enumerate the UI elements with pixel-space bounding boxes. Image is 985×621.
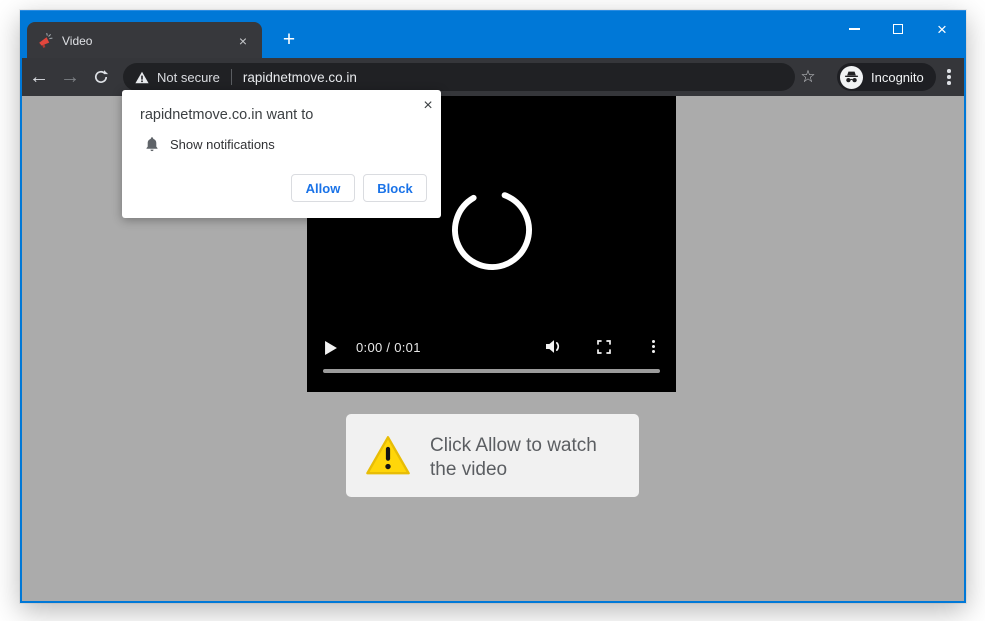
incognito-badge: Incognito — [837, 63, 936, 91]
new-tab-button[interactable]: + — [272, 24, 306, 56]
browser-menu-button[interactable] — [934, 62, 964, 92]
tab-title: Video — [62, 34, 234, 48]
fullscreen-icon[interactable] — [597, 340, 611, 354]
video-progress-bar[interactable] — [323, 369, 660, 373]
volume-icon[interactable] — [546, 339, 563, 354]
address-bar[interactable]: Not secure rapidnetmove.co.in — [123, 63, 795, 91]
bell-icon — [145, 136, 159, 152]
close-window-button[interactable]: × — [920, 14, 964, 44]
back-button[interactable]: ← — [24, 62, 54, 92]
menu-dot — [652, 345, 655, 348]
security-label: Not secure — [157, 70, 220, 85]
bookmark-star-button[interactable]: ☆ — [793, 62, 823, 92]
browser-tab-video[interactable]: Video × — [27, 22, 262, 59]
incognito-label: Incognito — [871, 70, 924, 85]
url-text: rapidnetmove.co.in — [243, 70, 357, 85]
incognito-icon — [844, 70, 859, 84]
notice-line-2: the video — [430, 458, 597, 482]
video-overflow-menu-icon[interactable] — [650, 339, 656, 354]
forward-button[interactable]: → — [55, 62, 85, 92]
allow-button[interactable]: Allow — [291, 174, 355, 202]
block-button[interactable]: Block — [363, 174, 427, 202]
not-secure-warning-icon — [135, 71, 149, 84]
reload-button[interactable] — [86, 62, 116, 92]
dialog-title: rapidnetmove.co.in want to — [140, 107, 313, 123]
maximize-button[interactable] — [876, 14, 920, 44]
notice-banner: Click Allow to watch the video — [346, 414, 639, 497]
window-controls: × — [832, 14, 964, 44]
incognito-avatar — [840, 66, 863, 89]
maximize-icon — [893, 24, 903, 34]
menu-dot — [947, 81, 951, 85]
omnibox-divider — [231, 69, 232, 85]
menu-dot — [947, 69, 951, 73]
warning-triangle-icon — [365, 434, 411, 477]
notice-line-1: Click Allow to watch — [430, 434, 597, 458]
permission-request-row: Show notifications — [145, 136, 275, 152]
notice-text: Click Allow to watch the video — [430, 434, 597, 482]
menu-dot — [652, 340, 655, 343]
tab-close-icon[interactable]: × — [234, 32, 252, 50]
dialog-close-icon[interactable]: × — [417, 95, 439, 117]
permission-request-label: Show notifications — [170, 137, 275, 152]
loading-spinner-icon — [442, 180, 542, 280]
menu-dot — [947, 75, 951, 79]
megaphone-favicon-icon — [37, 33, 53, 49]
browser-window: Video × + × ← → Not secure rap — [20, 10, 966, 603]
close-window-icon: × — [937, 21, 947, 38]
minimize-button[interactable] — [832, 14, 876, 44]
menu-dot — [652, 350, 655, 353]
play-button-icon[interactable] — [324, 341, 338, 355]
notification-permission-dialog: × rapidnetmove.co.in want to Show notifi… — [122, 90, 441, 218]
video-time-display: 0:00 / 0:01 — [356, 340, 421, 355]
reload-icon — [93, 69, 109, 85]
minimize-icon — [849, 28, 860, 30]
title-bar: Video × + × — [20, 10, 966, 58]
